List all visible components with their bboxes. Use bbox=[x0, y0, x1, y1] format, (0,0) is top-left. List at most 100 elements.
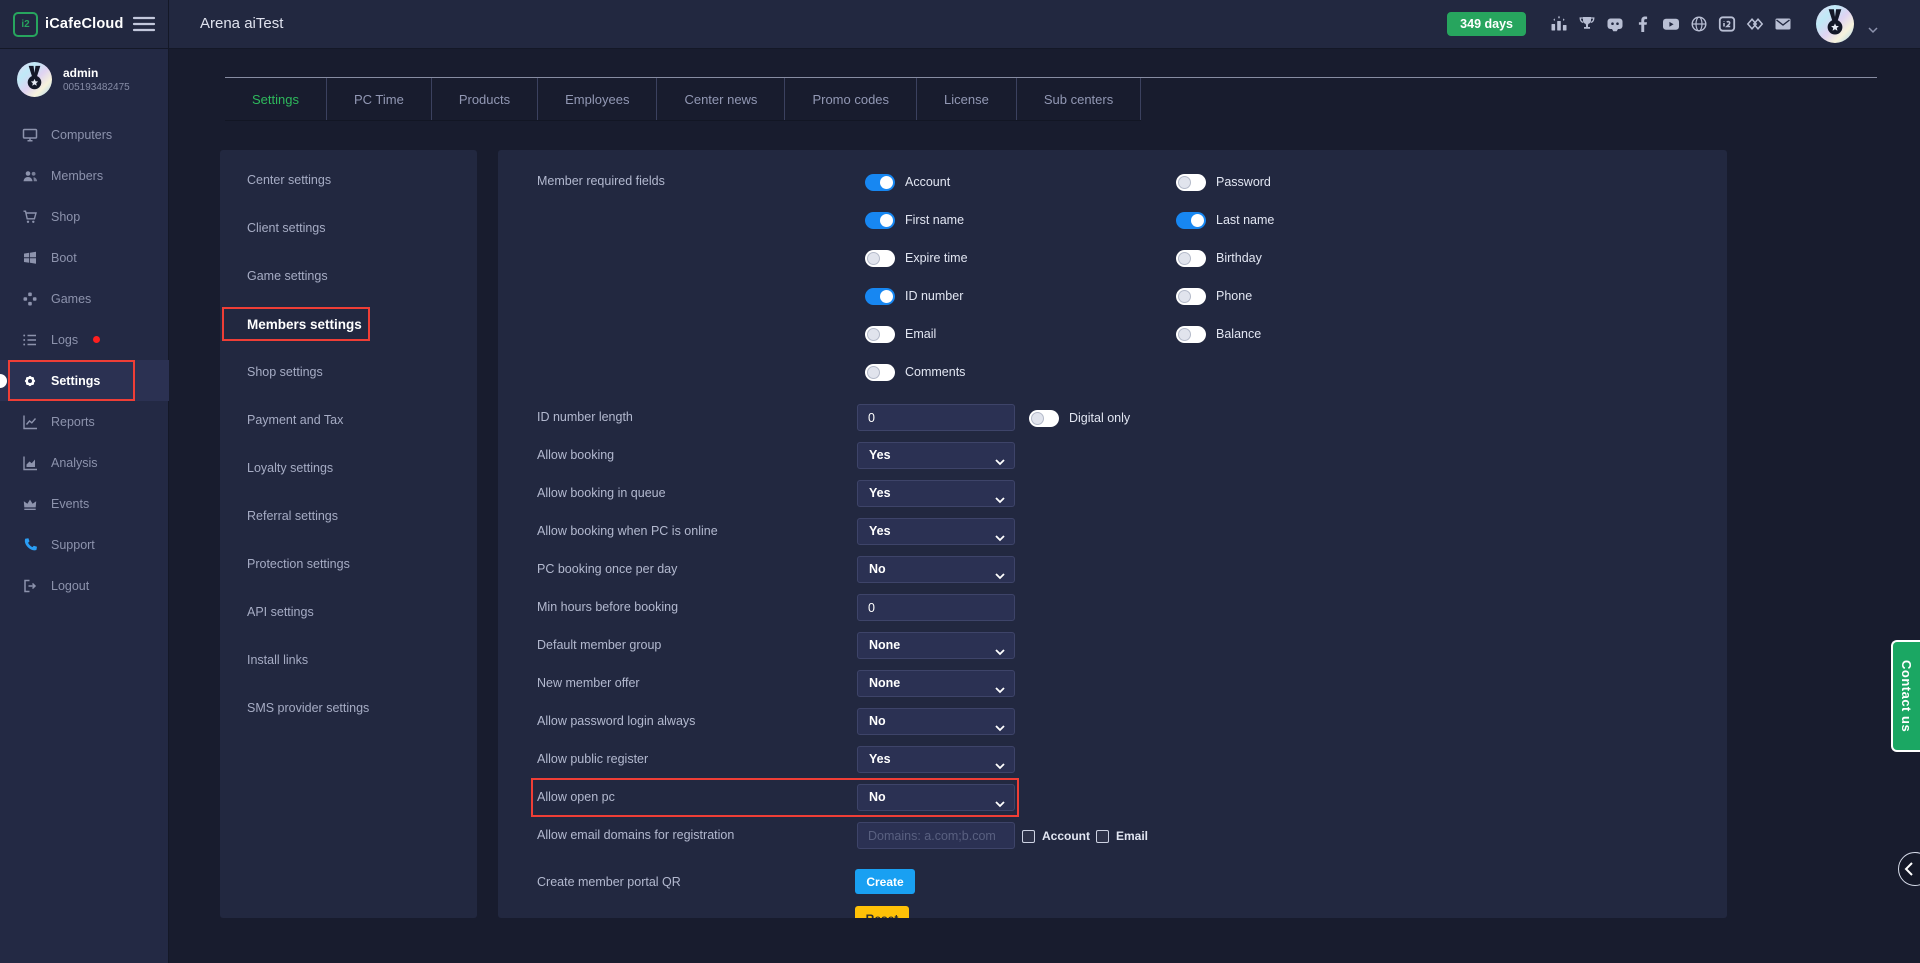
checkbox-group-email: Email bbox=[1096, 829, 1148, 843]
youtube-icon[interactable] bbox=[1662, 15, 1680, 33]
account-checkbox[interactable] bbox=[1022, 830, 1035, 843]
select-value: Yes bbox=[858, 443, 1014, 468]
chevron-down-icon bbox=[995, 529, 1005, 536]
toggle-last-name[interactable] bbox=[1176, 212, 1206, 229]
license-days-badge[interactable]: 349 days bbox=[1447, 12, 1526, 36]
form-row-label: Allow email domains for registration bbox=[537, 822, 734, 849]
tab-promo-codes[interactable]: Promo codes bbox=[785, 78, 917, 120]
settings-menu-item-client-settings[interactable]: Client settings bbox=[220, 204, 477, 252]
tab-pc-time[interactable]: PC Time bbox=[327, 78, 432, 120]
toggle-label: Birthday bbox=[1216, 251, 1262, 265]
required-field-toggle-row: Comments bbox=[865, 363, 965, 381]
collection-icon[interactable] bbox=[1746, 15, 1764, 33]
ranking-icon[interactable] bbox=[1550, 15, 1568, 33]
tab-sub-centers[interactable]: Sub centers bbox=[1017, 78, 1141, 120]
pc-booking-once-per-day-select[interactable]: No bbox=[857, 556, 1015, 583]
form-row-label: Allow open pc bbox=[537, 784, 615, 811]
email-checkbox[interactable] bbox=[1096, 830, 1109, 843]
user-block[interactable]: admin 005193482475 bbox=[17, 62, 130, 97]
tab-license[interactable]: License bbox=[917, 78, 1017, 120]
center-title: Arena aiTest bbox=[200, 0, 283, 48]
events-icon bbox=[22, 496, 38, 512]
allow-email-domains-for-registration-input[interactable] bbox=[857, 822, 1015, 849]
new-member-offer-select[interactable]: None bbox=[857, 670, 1015, 697]
tab-center-news[interactable]: Center news bbox=[657, 78, 785, 120]
trophy-icon[interactable] bbox=[1578, 15, 1596, 33]
toggle-phone[interactable] bbox=[1176, 288, 1206, 305]
sidebar-item-support[interactable]: Support bbox=[0, 524, 169, 565]
settings-menu-item-shop-settings[interactable]: Shop settings bbox=[220, 348, 477, 396]
tab-bar: SettingsPC TimeProductsEmployeesCenter n… bbox=[225, 78, 1141, 121]
create-button[interactable]: Create bbox=[855, 869, 915, 894]
chevron-down-icon[interactable] bbox=[1868, 21, 1878, 28]
globe-icon[interactable] bbox=[1690, 15, 1708, 33]
reset-button[interactable]: Reset bbox=[855, 906, 909, 918]
mail-icon[interactable] bbox=[1774, 15, 1792, 33]
toggle-first-name[interactable] bbox=[865, 212, 895, 229]
allow-booking-in-queue-select[interactable]: Yes bbox=[857, 480, 1015, 507]
settings-menu-item-loyalty-settings[interactable]: Loyalty settings bbox=[220, 444, 477, 492]
chevron-down-icon bbox=[995, 681, 1005, 688]
settings-menu-item-sms-provider-settings[interactable]: SMS provider settings bbox=[220, 684, 477, 732]
settings-menu-item-protection-settings[interactable]: Protection settings bbox=[220, 540, 477, 588]
members-settings-form: Member required fieldsAccountFirst nameE… bbox=[498, 150, 1727, 918]
collapse-chat-button[interactable] bbox=[1898, 852, 1920, 886]
avatar[interactable] bbox=[1816, 5, 1854, 43]
toggle-balance[interactable] bbox=[1176, 326, 1206, 343]
icafe-logo-icon[interactable] bbox=[1718, 15, 1736, 33]
toggle-digital-only[interactable] bbox=[1029, 410, 1059, 427]
settings-menu-item-members-settings[interactable]: Members settings bbox=[220, 300, 477, 348]
sidebar-item-shop[interactable]: Shop bbox=[0, 196, 169, 237]
toggle-email[interactable] bbox=[865, 326, 895, 343]
required-field-toggle-row: First name bbox=[865, 211, 964, 229]
settings-menu-item-referral-settings[interactable]: Referral settings bbox=[220, 492, 477, 540]
toggle-account[interactable] bbox=[865, 174, 895, 191]
sidebar-item-label: Analysis bbox=[51, 456, 98, 470]
checkbox-label: Account bbox=[1042, 829, 1090, 843]
allow-password-login-always-select[interactable]: No bbox=[857, 708, 1015, 735]
allow-public-register-select[interactable]: Yes bbox=[857, 746, 1015, 773]
contact-us-tab[interactable]: Contact us bbox=[1891, 640, 1920, 752]
toggle-birthday[interactable] bbox=[1176, 250, 1206, 267]
settings-menu-item-game-settings[interactable]: Game settings bbox=[220, 252, 477, 300]
facebook-icon[interactable] bbox=[1634, 15, 1652, 33]
contact-us-label: Contact us bbox=[1899, 660, 1914, 732]
sidebar-item-games[interactable]: Games bbox=[0, 278, 169, 319]
toggle-label: Digital only bbox=[1069, 411, 1130, 425]
settings-menu-item-center-settings[interactable]: Center settings bbox=[220, 156, 477, 204]
form-row-label: Create member portal QR bbox=[537, 869, 681, 896]
id-number-length-input[interactable] bbox=[857, 404, 1015, 431]
sidebar-item-members[interactable]: Members bbox=[0, 155, 169, 196]
allow-booking-select[interactable]: Yes bbox=[857, 442, 1015, 469]
chevron-down-icon bbox=[995, 795, 1005, 802]
required-field-toggle-row: Phone bbox=[1176, 287, 1252, 305]
settings-menu-item-payment-and-tax[interactable]: Payment and Tax bbox=[220, 396, 477, 444]
topbar-actions: 349 days bbox=[1447, 0, 1920, 48]
sidebar-item-computers[interactable]: Computers bbox=[0, 114, 169, 155]
default-member-group-select[interactable]: None bbox=[857, 632, 1015, 659]
toggle-expire-time[interactable] bbox=[865, 250, 895, 267]
required-field-toggle-row: ID number bbox=[865, 287, 963, 305]
tab-settings[interactable]: Settings bbox=[225, 78, 327, 120]
toggle-comments[interactable] bbox=[865, 364, 895, 381]
hamburger-menu-icon[interactable] bbox=[131, 14, 157, 34]
min-hours-before-booking-input[interactable] bbox=[857, 594, 1015, 621]
sidebar-item-reports[interactable]: Reports bbox=[0, 401, 169, 442]
allow-booking-when-pc-is-online-select[interactable]: Yes bbox=[857, 518, 1015, 545]
discord-icon[interactable] bbox=[1606, 15, 1624, 33]
computers-icon bbox=[22, 127, 38, 143]
required-field-toggle-row: Last name bbox=[1176, 211, 1274, 229]
sidebar-item-analysis[interactable]: Analysis bbox=[0, 442, 169, 483]
settings-menu-item-api-settings[interactable]: API settings bbox=[220, 588, 477, 636]
sidebar-item-settings[interactable]: Settings bbox=[0, 360, 169, 401]
toggle-id-number[interactable] bbox=[865, 288, 895, 305]
sidebar-item-logs[interactable]: Logs bbox=[0, 319, 169, 360]
allow-open-pc-select[interactable]: No bbox=[857, 784, 1015, 811]
sidebar-item-events[interactable]: Events bbox=[0, 483, 169, 524]
tab-products[interactable]: Products bbox=[432, 78, 538, 120]
tab-employees[interactable]: Employees bbox=[538, 78, 657, 120]
sidebar-item-boot[interactable]: Boot bbox=[0, 237, 169, 278]
sidebar-item-logout[interactable]: Logout bbox=[0, 565, 169, 606]
settings-menu-item-install-links[interactable]: Install links bbox=[220, 636, 477, 684]
toggle-password[interactable] bbox=[1176, 174, 1206, 191]
